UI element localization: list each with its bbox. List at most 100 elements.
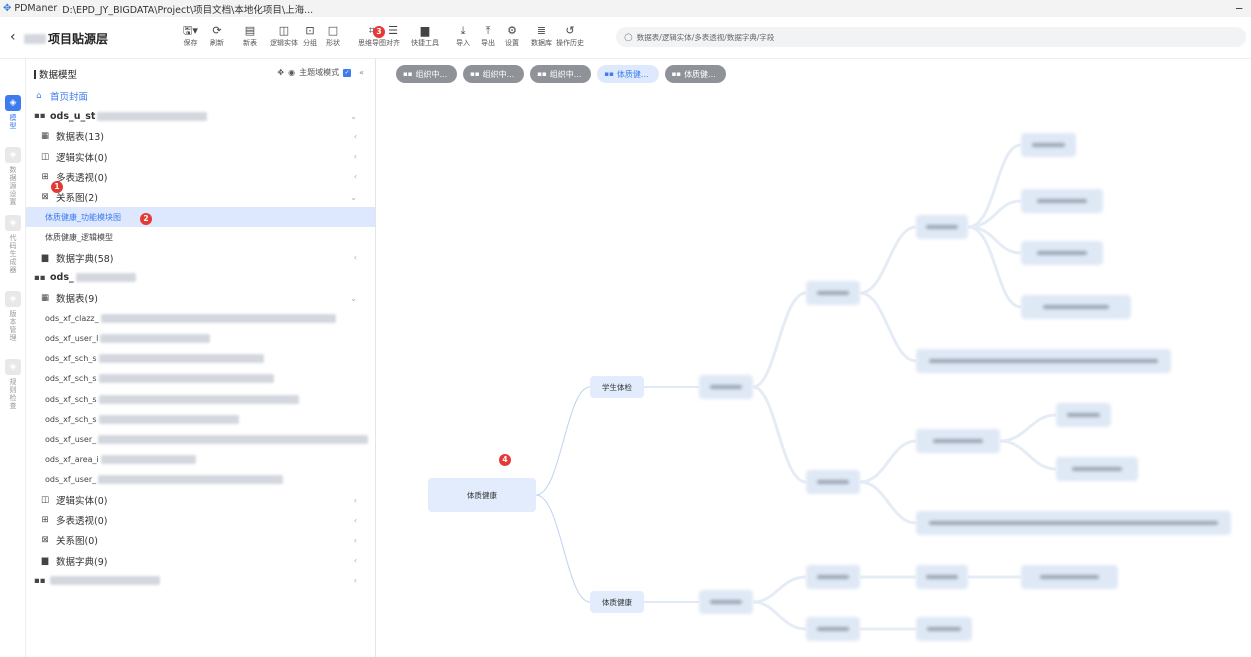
module-icon: ▪▪ — [671, 70, 682, 78]
mindmap-node-redacted[interactable] — [916, 215, 968, 239]
domain-mode-checkbox[interactable]: ✓ — [343, 68, 352, 77]
tree-table-item[interactable]: ods_xf_sch_s — [26, 389, 375, 409]
history-tool-button[interactable]: ↺ 操作历史 — [556, 23, 584, 48]
save-tool-button[interactable]: 🖫▾ 保存 — [183, 23, 198, 48]
tree-tables-2[interactable]: ▦ 数据表(9) ⌄ — [26, 288, 375, 308]
toolbox-icon: ▆ — [420, 24, 430, 37]
tree-views-2[interactable]: ⊞ 多表透视(0) ‹ — [26, 510, 375, 530]
tree-entities-2[interactable]: ◫ 逻辑实体(0) ‹ — [26, 490, 375, 510]
logic-entity-tool-button[interactable]: ◫ 逻辑实体 — [270, 23, 298, 48]
tree-item-label: ods_xf_area_i — [45, 455, 99, 465]
shape-tool-button[interactable]: □ 形状 — [326, 23, 340, 48]
mindmap-node-redacted[interactable] — [699, 375, 753, 399]
mindmap-node-redacted[interactable] — [916, 565, 968, 589]
tree-group-2[interactable]: ▪▪ ods_ — [26, 268, 375, 288]
mindmap-node-redacted[interactable] — [1021, 295, 1131, 319]
diagram-canvas[interactable]: 体质健康 学生体检 体质健康 — [376, 89, 1251, 657]
chevron-left-icon[interactable]: ‹ — [354, 496, 357, 505]
collapse-panel-button[interactable]: « — [359, 68, 364, 77]
refresh-tool-button[interactable]: ⟳ 刷新 — [210, 23, 224, 48]
rail-item-codegen[interactable]: ◈ 代码生成器 — [3, 215, 23, 274]
tree-diagrams-1[interactable]: ⊠ 关系图(2) ⌄ — [26, 187, 375, 207]
mindmap-node-redacted[interactable] — [1021, 565, 1118, 589]
back-button[interactable]: ‹ — [10, 29, 16, 45]
mindmap-node-redacted[interactable] — [1021, 133, 1076, 157]
mindmap-root-node[interactable]: 体质健康 — [428, 478, 536, 512]
tree-diagram-item[interactable]: 体质健康_逻辑模型 — [26, 227, 375, 247]
chevron-left-icon[interactable]: ‹ — [354, 556, 357, 565]
chevron-left-icon[interactable]: ‹ — [354, 576, 357, 585]
tree-table-item[interactable]: ods_xf_clazz_ — [26, 308, 375, 328]
chevron-left-icon[interactable]: ‹ — [354, 152, 357, 161]
rail-item-version[interactable]: ◈ 版本管理 — [3, 291, 23, 342]
mindmap-node-physical-health[interactable]: 体质健康 — [590, 591, 644, 613]
redacted-text — [97, 111, 208, 121]
new-table-tool-button[interactable]: ▤ 新表 — [243, 23, 257, 48]
tree-tables-1[interactable]: ▦ 数据表(13) ‹ — [26, 126, 375, 146]
mindmap-node-redacted[interactable] — [806, 617, 860, 641]
tree-item-label: 首页封面 — [50, 92, 89, 103]
annotation-marker: 1 — [51, 181, 63, 193]
mindmap-node-redacted[interactable] — [1056, 403, 1111, 427]
eye-icon[interactable]: ◉ — [288, 68, 295, 77]
tree-table-item[interactable]: ods_xf_user_l — [26, 328, 375, 348]
export-tool-button[interactable]: ⤒ 导出 — [481, 23, 495, 48]
tree-diagrams-2[interactable]: ⊠ 关系图(0) ‹ — [26, 530, 375, 550]
mindmap-node-student-exam[interactable]: 学生体检 — [590, 376, 644, 398]
chevron-left-icon[interactable]: ‹ — [354, 253, 357, 262]
import-tool-button[interactable]: ⤓ 导入 — [456, 23, 470, 48]
rail-item-model[interactable]: ◈ 模型 — [3, 95, 23, 130]
mindmap-node-redacted[interactable] — [1056, 457, 1138, 481]
diagram-tab[interactable]: ▪▪ 组织中... — [396, 65, 458, 83]
chevron-left-icon[interactable]: ‹ — [354, 516, 357, 525]
tree-table-item[interactable]: ods_xf_area_i — [26, 450, 375, 470]
minimize-button[interactable]: ‒ — [1235, 1, 1243, 15]
locate-icon[interactable]: ✥ — [277, 68, 284, 77]
chevron-down-icon[interactable]: ⌄ — [350, 193, 357, 202]
toolbox-tool-button[interactable]: ▆ 快捷工具 — [411, 23, 439, 48]
tree-views-1[interactable]: ⊞ 多表透视(0) ‹ — [26, 167, 375, 187]
tree-group-3[interactable]: ▪▪ ‹ — [26, 571, 375, 591]
mindmap-node-redacted[interactable] — [806, 281, 860, 305]
mindmap-node-redacted[interactable] — [916, 617, 972, 641]
mindmap-node-redacted[interactable] — [916, 511, 1231, 535]
database-tool-button[interactable]: ≣ 数据库 — [531, 23, 552, 48]
diagram-tab[interactable]: ▪▪ 体质健... — [664, 65, 726, 83]
diagram-tab[interactable]: ▪▪ 组织中... — [530, 65, 592, 83]
chevron-left-icon[interactable]: ‹ — [354, 172, 357, 181]
chevron-left-icon[interactable]: ‹ — [354, 132, 357, 141]
chevron-down-icon[interactable]: ⌄ — [350, 294, 357, 303]
chevron-left-icon[interactable]: ‹ — [354, 536, 357, 545]
tree-diagram-item[interactable]: 体质健康_功能模块图 — [26, 207, 375, 228]
tree-item-label: 关系图(2) — [56, 193, 98, 204]
diagram-tab[interactable]: ▪▪ 组织中... — [463, 65, 525, 83]
app-logo-icon: ✥ — [3, 3, 12, 14]
model-icon: ◈ — [5, 95, 21, 111]
group-tool-button[interactable]: ⊡ 分组 — [303, 23, 317, 48]
tree-dicts-1[interactable]: ▆ 数据字典(58) ‹ — [26, 248, 375, 268]
tree-home-cover[interactable]: ⌂ 首页封面 — [26, 86, 375, 106]
settings-tool-button[interactable]: ⚙ 设置 — [505, 23, 519, 48]
rail-item-rules[interactable]: ◈ 规则检查 — [3, 359, 23, 410]
align-tool-button[interactable]: ☰ 对齐 — [386, 23, 400, 48]
tree-table-item[interactable]: ods_xf_user_ — [26, 470, 375, 490]
chevron-down-icon[interactable]: ⌄ — [350, 112, 357, 121]
settings-icon: ⚙ — [507, 24, 517, 37]
tree-table-item[interactable]: ods_xf_user_ — [26, 429, 375, 449]
mindmap-node-redacted[interactable] — [916, 429, 1000, 453]
tree-dicts-2[interactable]: ▆ 数据字典(9) ‹ — [26, 551, 375, 571]
mindmap-node-redacted[interactable] — [916, 349, 1171, 373]
diagram-tab[interactable]: ▪▪ 体质健... — [597, 65, 659, 83]
tree-table-item[interactable]: ods_xf_sch_s — [26, 349, 375, 369]
global-search-input[interactable]: ○ 数据表/逻辑实体/多表透视/数据字典/字段 — [616, 27, 1246, 47]
tree-table-item[interactable]: ods_xf_sch_s — [26, 409, 375, 429]
mindmap-node-redacted[interactable] — [806, 565, 860, 589]
tree-group-1[interactable]: ▪▪ ods_u_st ⌄ — [26, 106, 375, 126]
mindmap-node-redacted[interactable] — [1021, 189, 1103, 213]
tree-table-item[interactable]: ods_xf_sch_s — [26, 369, 375, 389]
mindmap-node-redacted[interactable] — [1021, 241, 1103, 265]
rail-item-database-config[interactable]: ◈ 数据源设置 — [3, 147, 23, 206]
mindmap-node-redacted[interactable] — [806, 470, 860, 494]
tree-entities-1[interactable]: ◫ 逻辑实体(0) ‹ — [26, 147, 375, 167]
mindmap-node-redacted[interactable] — [699, 590, 753, 614]
